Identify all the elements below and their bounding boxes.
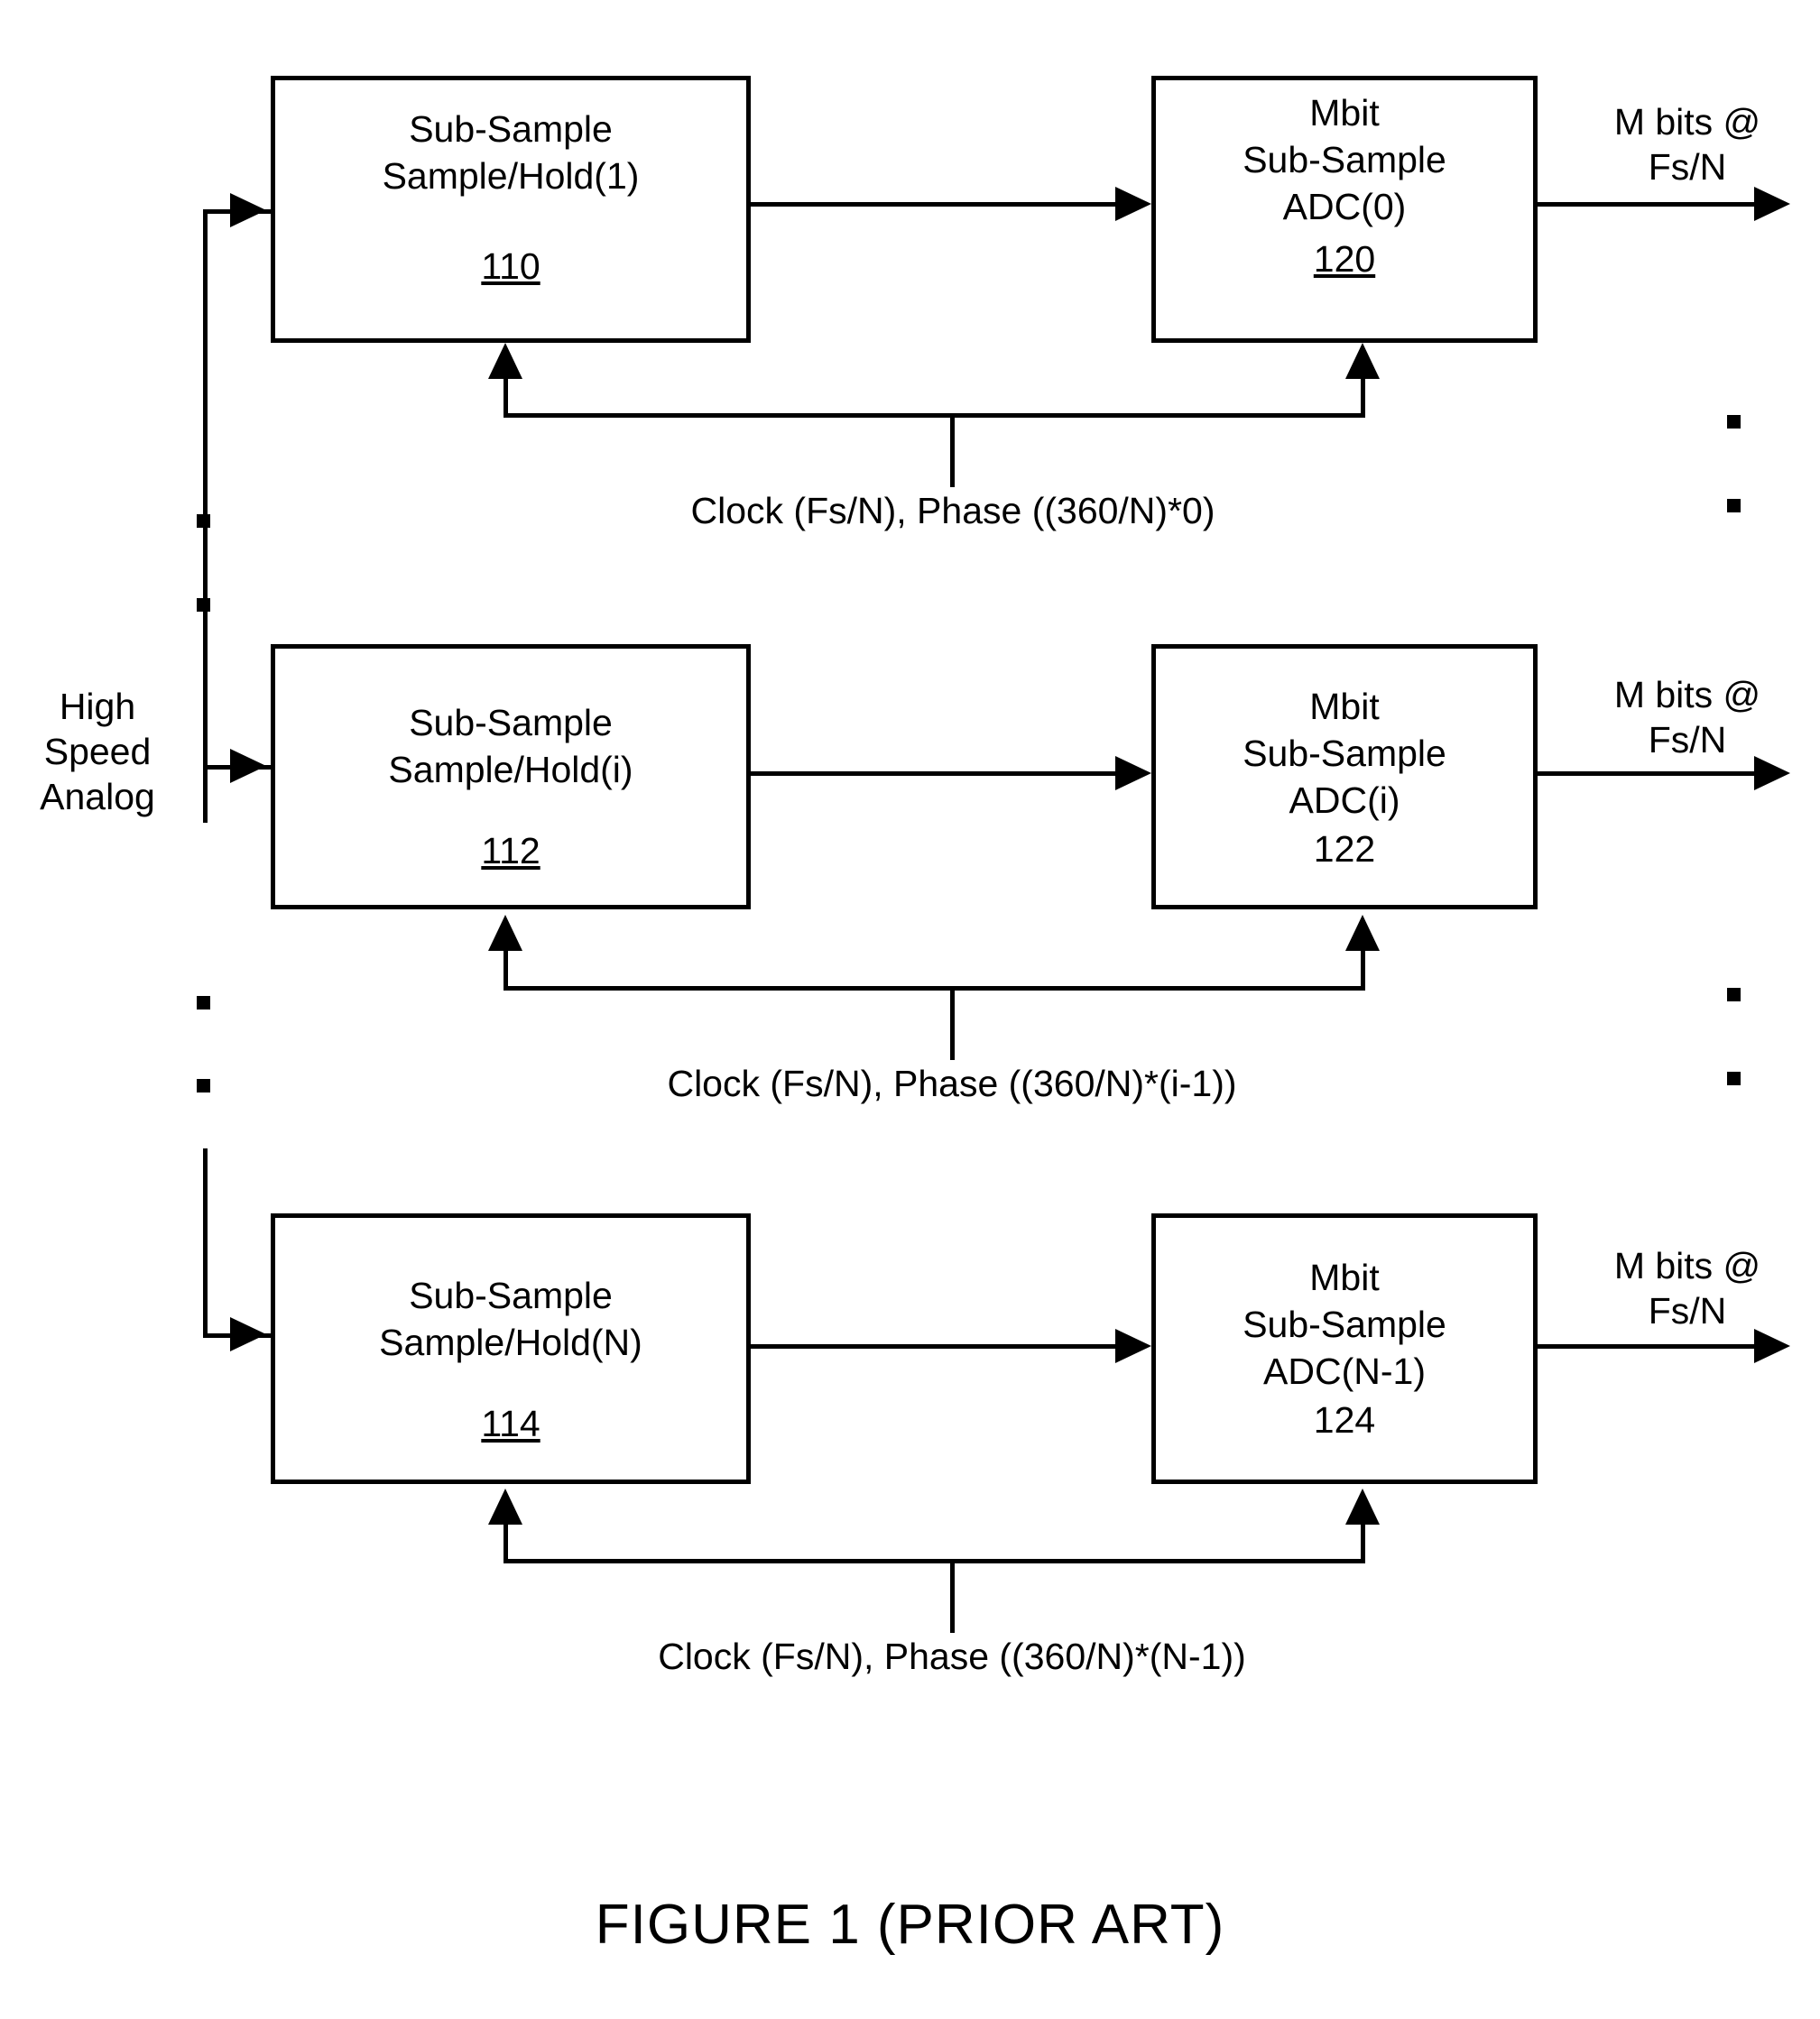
clock-label-row2: Clock (Fs/N), Phase ((360/N)*(i-1)) <box>667 1063 1237 1104</box>
input-label-line3: Analog <box>40 776 155 817</box>
adc-output-line-row3 <box>1538 1344 1761 1349</box>
sh-to-adc-arrowhead-row3 <box>1115 1329 1151 1363</box>
sample-hold-ref-row3: 114 <box>481 1403 540 1444</box>
ellipsis-dot-right-upper-2 <box>1727 499 1741 512</box>
output-label-line1-row1: M bits @ <box>1613 101 1761 143</box>
figure-caption: FIGURE 1 (PRIOR ART) <box>595 1894 1225 1956</box>
input-label-line1: High <box>59 686 136 727</box>
sample-hold-line1-row1: Sub-Sample <box>409 108 613 150</box>
sample-hold-line2-row2: Sample/Hold(i) <box>388 749 633 790</box>
clock-arrowhead-adc-row2 <box>1345 915 1380 951</box>
clock-bus-row2 <box>504 986 1365 991</box>
ellipsis-dot-left-upper-1 <box>197 514 210 528</box>
output-label-row1: M bits @ Fs/N <box>1561 99 1814 189</box>
ellipsis-dot-left-lower-2 <box>197 1079 210 1092</box>
adc-output-line-row2 <box>1538 771 1761 776</box>
ellipsis-dot-right-lower-2 <box>1727 1072 1741 1085</box>
clock-bus-row3 <box>504 1559 1365 1563</box>
sample-hold-line1-row2: Sub-Sample <box>409 702 613 743</box>
adc-line1-row3: Mbit <box>1309 1257 1380 1298</box>
clock-stem-row3 <box>950 1559 955 1633</box>
clock-label-row3: Clock (Fs/N), Phase ((360/N)*(N-1)) <box>658 1636 1246 1677</box>
output-label-line1-row2: M bits @ <box>1613 674 1761 715</box>
adc-output-arrowhead-row3 <box>1754 1329 1790 1363</box>
sample-hold-line2-row1: Sample/Hold(1) <box>382 155 640 197</box>
adc-line1-row1: Mbit <box>1309 92 1380 134</box>
adc-output-arrowhead-row1 <box>1754 187 1790 221</box>
sample-hold-line2-row3: Sample/Hold(N) <box>379 1322 642 1363</box>
sh-to-adc-line-row1 <box>751 202 1122 207</box>
input-label-line2: Speed <box>43 731 152 772</box>
input-bus-segment-row3 <box>203 1148 208 1338</box>
clock-arrowhead-sh-row2 <box>488 915 522 951</box>
input-arrowhead-row3 <box>230 1317 266 1351</box>
ellipsis-dot-left-lower-1 <box>197 996 210 1010</box>
clock-bus-row1 <box>504 413 1365 418</box>
sample-hold-ref-row1: 110 <box>481 245 540 287</box>
clock-stem-row1 <box>950 413 955 487</box>
adc-line3-row1: ADC(0) <box>1282 186 1407 227</box>
sample-hold-box-row2[interactable]: Sub-Sample Sample/Hold(i) 112 <box>271 644 751 909</box>
adc-line2-row3: Sub-Sample <box>1243 1304 1446 1345</box>
adc-line3-row3: ADC(N-1) <box>1263 1351 1426 1392</box>
adc-output-line-row1 <box>1538 202 1761 207</box>
sample-hold-box-row3[interactable]: Sub-Sample Sample/Hold(N) 114 <box>271 1213 751 1484</box>
clock-arrowhead-adc-row3 <box>1345 1489 1380 1525</box>
ellipsis-dot-right-upper-1 <box>1727 415 1741 429</box>
input-label: High Speed Analog <box>7 684 188 819</box>
sample-hold-line1-row3: Sub-Sample <box>409 1275 613 1316</box>
sh-to-adc-line-row2 <box>751 771 1122 776</box>
adc-box-row2[interactable]: Mbit Sub-Sample ADC(i) 122 <box>1151 644 1538 909</box>
ellipsis-dot-right-lower-1 <box>1727 988 1741 1001</box>
adc-line2-row2: Sub-Sample <box>1243 733 1446 774</box>
sh-to-adc-arrowhead-row1 <box>1115 187 1151 221</box>
adc-ref-row3: 124 <box>1313 1399 1376 1441</box>
output-label-line2-row1: Fs/N <box>1648 146 1727 188</box>
clock-stem-row2 <box>950 986 955 1060</box>
adc-box-row3[interactable]: Mbit Sub-Sample ADC(N-1) 124 <box>1151 1213 1538 1484</box>
output-label-line2-row2: Fs/N <box>1648 719 1727 761</box>
adc-line1-row2: Mbit <box>1309 686 1380 727</box>
output-label-row3: M bits @ Fs/N <box>1561 1243 1814 1333</box>
adc-line2-row1: Sub-Sample <box>1243 139 1446 180</box>
clock-arrowhead-sh-row3 <box>488 1489 522 1525</box>
output-label-line2-row3: Fs/N <box>1648 1290 1727 1332</box>
output-label-row2: M bits @ Fs/N <box>1561 672 1814 762</box>
clock-arrowhead-sh-row1 <box>488 343 522 379</box>
ellipsis-dot-left-upper-2 <box>197 598 210 612</box>
sample-hold-ref-row2: 112 <box>481 830 540 871</box>
adc-ref-row2: 122 <box>1313 828 1376 870</box>
output-label-line1-row3: M bits @ <box>1613 1245 1761 1286</box>
input-arrowhead-row2 <box>230 749 266 783</box>
sh-to-adc-arrowhead-row2 <box>1115 756 1151 790</box>
adc-box-row1[interactable]: Mbit Sub-Sample ADC(0) 120 <box>1151 76 1538 343</box>
sh-to-adc-line-row3 <box>751 1344 1122 1349</box>
input-arrowhead-row1 <box>230 193 266 227</box>
adc-line3-row2: ADC(i) <box>1289 779 1400 821</box>
clock-arrowhead-adc-row1 <box>1345 343 1380 379</box>
adc-ref-row1: 120 <box>1313 238 1376 280</box>
patent-figure: Sub-Sample Sample/Hold(1) 110 Mbit Sub-S… <box>0 0 1820 2019</box>
sample-hold-box-row1[interactable]: Sub-Sample Sample/Hold(1) 110 <box>271 76 751 343</box>
clock-label-row1: Clock (Fs/N), Phase ((360/N)*0) <box>690 490 1215 531</box>
